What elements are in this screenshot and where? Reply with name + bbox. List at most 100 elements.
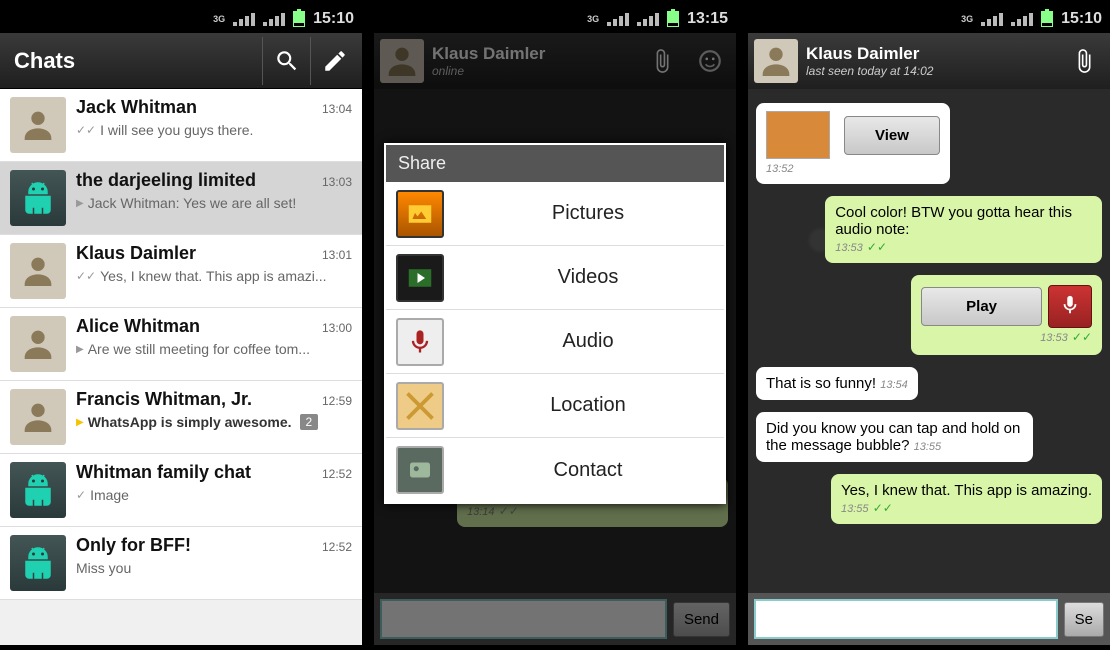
read-ticks-icon <box>1072 330 1092 344</box>
chat-row[interactable]: Klaus Daimler13:01 Yes, I knew that. Thi… <box>0 235 362 308</box>
share-label: Contact <box>462 459 714 482</box>
share-option-pic[interactable]: Pictures <box>386 182 724 246</box>
vid-icon <box>396 254 444 302</box>
share-label: Location <box>462 394 714 417</box>
chat-time: 12:52 <box>322 467 352 481</box>
play-button[interactable]: Play <box>921 287 1042 326</box>
network-icon: 3G <box>587 14 599 24</box>
loc-icon <box>396 382 444 430</box>
header: Chats <box>0 33 362 89</box>
send-button[interactable]: Se <box>1064 602 1104 637</box>
chat-preview: Jack Whitman: Yes we are all set! <box>88 195 297 211</box>
attach-icon[interactable] <box>1064 37 1104 85</box>
input-bar: Se <box>748 593 1110 645</box>
message-bubble-out[interactable]: Cool color! BTW you gotta hear this audi… <box>825 196 1102 263</box>
chat-row[interactable]: Alice Whitman13:00▶ Are we still meeting… <box>0 308 362 381</box>
clock: 15:10 <box>313 10 354 28</box>
status-bar: 3G 15:10 <box>748 5 1110 33</box>
wifi-icon <box>263 13 285 26</box>
tick-icon <box>76 269 96 283</box>
share-label: Audio <box>462 330 714 353</box>
avatar <box>380 39 424 83</box>
message-bubble-in[interactable]: Did you know you can tap and hold on the… <box>756 412 1033 462</box>
avatar <box>10 316 66 372</box>
chat-row[interactable]: Only for BFF!12:52Miss you <box>0 527 362 600</box>
chat-name: Whitman family chat <box>76 462 251 483</box>
message-text: Yes, I knew that. This app is amazing. <box>841 482 1092 499</box>
mic-icon[interactable] <box>1048 285 1092 328</box>
message-bubble-out[interactable]: Yes, I knew that. This app is amazing. 1… <box>831 474 1102 524</box>
message-bubble-audio[interactable]: Play 13:53 <box>911 275 1102 355</box>
chat-name: Only for BFF! <box>76 535 191 556</box>
wifi-icon <box>1011 13 1033 26</box>
chat-row[interactable]: Whitman family chat 12:52 Image <box>0 454 362 527</box>
share-option-loc[interactable]: Location <box>386 374 724 438</box>
share-option-con[interactable]: Contact <box>386 438 724 502</box>
message-bubble-image[interactable]: View 13:52 <box>756 103 950 184</box>
emoji-icon[interactable] <box>690 37 730 85</box>
network-icon: 3G <box>213 14 225 24</box>
message-time: 13:53 <box>835 242 863 254</box>
image-thumbnail[interactable] <box>766 111 830 159</box>
share-option-vid[interactable]: Videos <box>386 246 724 310</box>
wifi-icon <box>637 13 659 26</box>
phone-share-modal: 3G 13:15 Klaus Daimler online Yes, I kne… <box>374 5 736 645</box>
signal-icon <box>607 13 629 26</box>
arrow-icon: ▶ <box>76 344 84 355</box>
message-time: 13:54 <box>880 379 908 391</box>
chat-row[interactable]: Francis Whitman, Jr.12:59▶ WhatsApp is s… <box>0 381 362 454</box>
message-text: That is so funny! <box>766 375 876 392</box>
modal-title: Share <box>386 145 724 182</box>
contact-name: Klaus Daimler <box>432 44 634 64</box>
chat-preview: Image <box>90 487 129 503</box>
view-button[interactable]: View <box>844 116 940 155</box>
message-time: 13:52 <box>766 163 794 175</box>
chat-time: 13:01 <box>322 248 352 262</box>
chat-preview: WhatsApp is simply awesome. <box>88 414 292 430</box>
phone-conversation: 3G 15:10 Klaus Daimler last seen today a… <box>748 5 1110 645</box>
chat-row[interactable]: the darjeeling limited13:03▶ Jack Whitma… <box>0 162 362 235</box>
contact-name: Klaus Daimler <box>806 44 1056 64</box>
signal-icon <box>981 13 1003 26</box>
aud-icon <box>396 318 444 366</box>
share-option-aud[interactable]: Audio <box>386 310 724 374</box>
chat-time: 12:59 <box>322 394 352 408</box>
message-input[interactable] <box>754 599 1058 639</box>
pic-icon <box>396 190 444 238</box>
chat-wall[interactable]: View 13:52 Cool color! BTW you gotta hea… <box>748 89 1110 593</box>
tick-icon <box>76 488 86 502</box>
message-text: Cool color! BTW you gotta hear this audi… <box>835 204 1072 238</box>
chat-row[interactable]: Jack Whitman 13:04 I will see you guys th… <box>0 89 362 162</box>
conversation-header: Klaus Daimler online <box>374 33 736 89</box>
status-bar: 3G 13:15 <box>374 5 736 33</box>
chat-preview: Are we still meeting for coffee tom... <box>88 341 310 357</box>
avatar <box>10 243 66 299</box>
share-modal: Share Pictures Videos Audio Location Contact <box>384 143 726 504</box>
arrow-icon: ▶ <box>76 417 84 428</box>
unread-badge: 2 <box>300 414 319 430</box>
search-icon[interactable] <box>262 37 310 85</box>
tick-icon <box>76 123 96 137</box>
share-label: Videos <box>462 266 714 289</box>
clock: 13:15 <box>687 10 728 28</box>
chat-preview: Miss you <box>76 560 131 576</box>
contact-status: online <box>432 64 634 78</box>
phone-chats-list: 3G 15:10 Chats Jack Whitman 13:04 I will … <box>0 5 362 645</box>
read-ticks-icon <box>867 240 887 254</box>
compose-icon[interactable] <box>310 37 358 85</box>
chat-name: Jack Whitman <box>76 97 197 118</box>
avatar <box>10 462 66 518</box>
chat-list[interactable]: Jack Whitman 13:04 I will see you guys th… <box>0 89 362 645</box>
signal-icon <box>233 13 255 26</box>
message-bubble-in[interactable]: That is so funny! 13:54 <box>756 367 918 400</box>
avatar <box>10 170 66 226</box>
status-bar: 3G 15:10 <box>0 5 362 33</box>
clock: 15:10 <box>1061 10 1102 28</box>
attach-icon[interactable] <box>642 37 682 85</box>
page-title: Chats <box>4 48 262 74</box>
chat-preview: I will see you guys there. <box>100 122 253 138</box>
chat-preview: Yes, I knew that. This app is amazi... <box>100 268 326 284</box>
share-label: Pictures <box>462 202 714 225</box>
chat-time: 13:04 <box>322 102 352 116</box>
avatar[interactable] <box>754 39 798 83</box>
